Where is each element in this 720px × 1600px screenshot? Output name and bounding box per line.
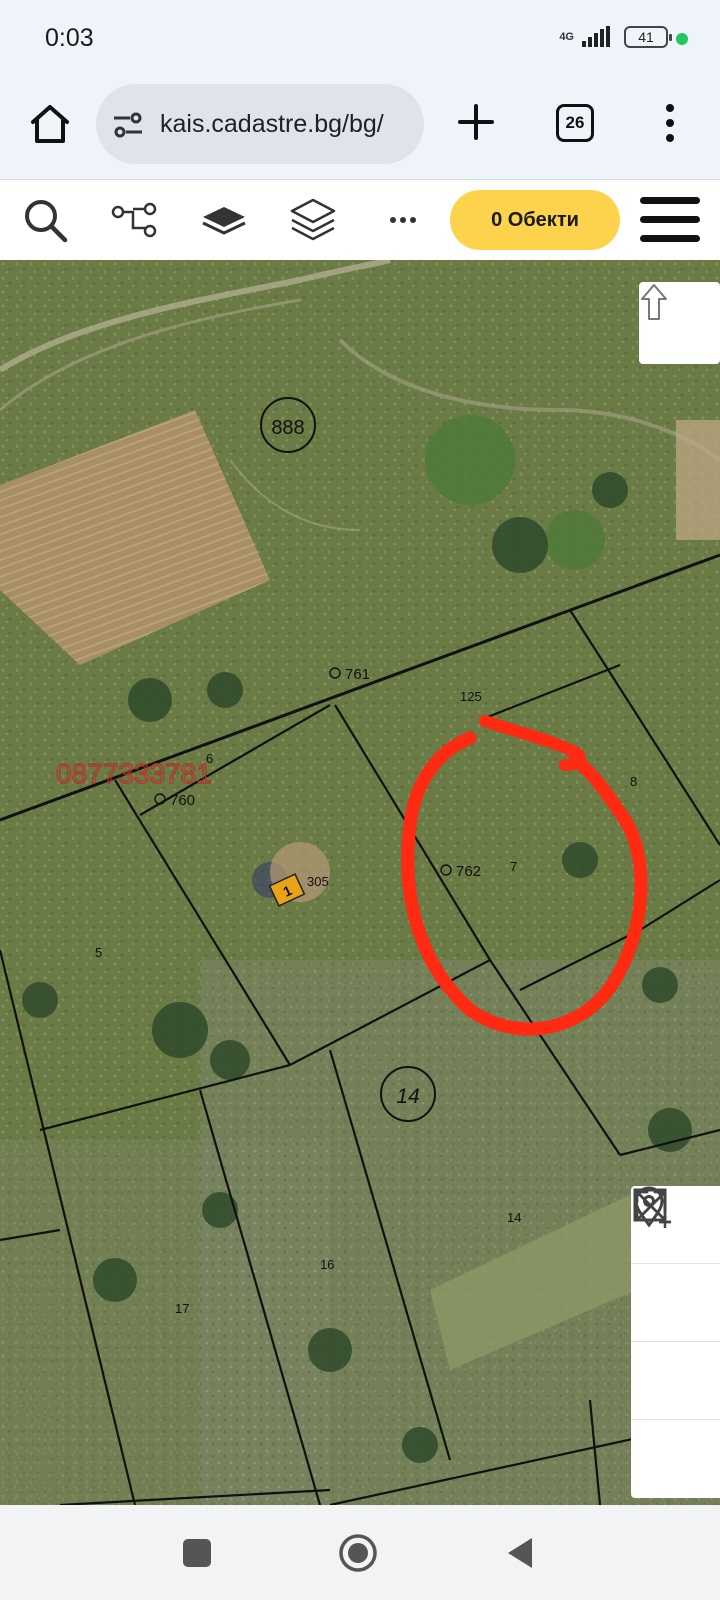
url-text: kais.cadastre.bg/bg/ (160, 110, 384, 138)
battery-icon: 41 (624, 26, 672, 48)
home-circle-icon[interactable] (338, 1533, 378, 1573)
phone-watermark: 0877333781 (56, 758, 212, 789)
arrow-up-icon (641, 284, 667, 320)
parcel-number-16: 16 (320, 1257, 334, 1272)
parcel-number-17: 17 (175, 1301, 189, 1316)
new-tab-icon[interactable] (456, 102, 496, 142)
battery-level: 41 (638, 29, 654, 45)
fullscreen-button[interactable] (631, 1190, 720, 1498)
route-icon[interactable] (109, 195, 159, 245)
status-indicators: 4G 41 (559, 26, 672, 48)
parcel-id-762: 762 (456, 863, 481, 880)
scroll-up-button[interactable] (639, 282, 720, 364)
building-number: 305 (307, 874, 329, 889)
status-bar: 0:03 4G 41 (0, 0, 720, 80)
search-icon[interactable] (20, 195, 70, 245)
region-label-14: 14 (396, 1085, 419, 1108)
hamburger-menu-icon[interactable] (640, 197, 700, 243)
status-time: 0:03 (45, 24, 94, 52)
remove-area-button[interactable] (631, 1188, 720, 1420)
tab-count: 26 (565, 113, 585, 132)
parcel-id-761: 761 (345, 666, 370, 683)
cadastral-map[interactable]: 888 14 761 760 762 125 6 8 7 5 16 17 14 … (0, 260, 720, 1505)
fullscreen-icon (635, 1190, 667, 1222)
parcel-number-8: 8 (630, 774, 637, 789)
more-horiz-icon[interactable] (378, 195, 428, 245)
parcel-number-125: 125 (460, 689, 482, 704)
network-type: 4G (559, 31, 574, 43)
map-controls (631, 1186, 720, 1498)
site-info-icon[interactable] (112, 112, 144, 138)
system-navigation-bar (0, 1505, 720, 1600)
parcel-id-760: 760 (170, 792, 195, 809)
parcel-number-14: 14 (507, 1210, 521, 1225)
home-icon[interactable] (28, 102, 72, 146)
browser-toolbar: kais.cadastre.bg/bg/ 26 (0, 80, 720, 180)
region-label-888: 888 (271, 417, 304, 439)
more-vert-icon[interactable] (660, 102, 680, 144)
add-area-button[interactable] (631, 1188, 720, 1342)
parcel-number-5: 5 (95, 945, 102, 960)
app-toolbar: 0 Обекти (0, 181, 720, 260)
objects-button[interactable]: 0 Обекти (450, 190, 620, 250)
parcel-number-7: 7 (510, 859, 517, 874)
url-bar[interactable]: kais.cadastre.bg/bg/ (96, 84, 424, 164)
privacy-dot-icon (676, 33, 688, 45)
layer-icon[interactable] (199, 195, 249, 245)
recent-apps-icon[interactable] (177, 1533, 217, 1573)
back-triangle-icon[interactable] (502, 1533, 542, 1573)
tab-switcher-icon[interactable]: 26 (556, 104, 594, 142)
satellite-map-view[interactable]: 888 14 761 760 762 125 6 8 7 5 16 17 14 … (0, 260, 720, 1505)
signal-icon (582, 26, 610, 47)
layers-icon[interactable] (288, 195, 338, 245)
